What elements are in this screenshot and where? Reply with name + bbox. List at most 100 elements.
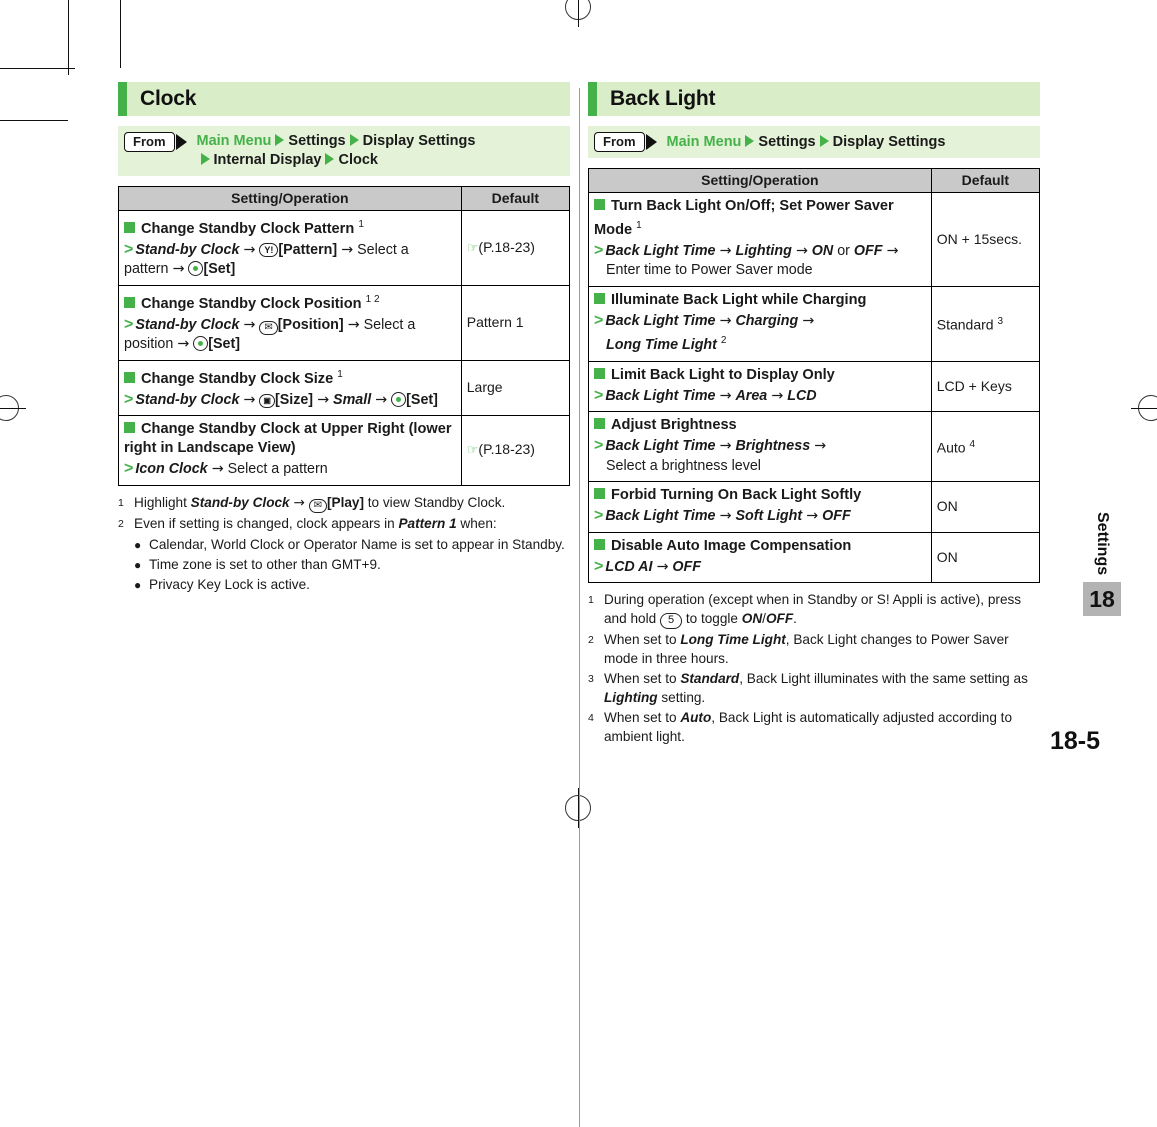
table-row: Turn Back Light On/Off; Set Power Saver … <box>588 192 1041 287</box>
operation-cell: Disable Auto Image Compensation > LCD AI … <box>588 531 932 584</box>
table-row: Change Standby Clock Size 1 > Stand-by Cl… <box>118 359 571 417</box>
number-5-key-icon: 5 <box>659 613 683 630</box>
footnote: 2 Even if setting is changed, clock appe… <box>118 514 570 534</box>
footnote: 3 When set to Standard, Back Light illum… <box>588 669 1040 707</box>
col-header-setting-operation: Setting/Operation <box>588 168 932 193</box>
tv-key-icon: ▣ <box>259 393 275 408</box>
green-square-icon <box>594 488 605 500</box>
bullet-text: Calendar, World Clock or Operator Name i… <box>149 536 565 552</box>
green-square-icon <box>594 367 605 379</box>
path-item-clock: Clock <box>338 152 378 168</box>
operation-heading: Disable Auto Image Compensation <box>594 537 926 556</box>
default-cell: Large <box>460 359 571 417</box>
step-marker-icon: > <box>124 315 134 333</box>
operation-heading-text: Change Standby Clock at Upper Right (low… <box>124 421 452 457</box>
operation-steps: > Back Light Time → Lighting → ON or OFF … <box>594 241 899 279</box>
footnote-text: When set to Standard, Back Light illumin… <box>604 671 1028 706</box>
operation-heading-text: Illuminate Back Light while Charging <box>611 291 867 308</box>
operation-heading-text: Disable Auto Image Compensation <box>611 537 852 554</box>
from-chip: From <box>124 132 187 152</box>
path-item-internal-display: Internal Display <box>213 152 322 168</box>
default-value: (P.18-23) <box>478 238 535 255</box>
default-cell: ON <box>930 531 1041 584</box>
path-item-settings: Settings <box>288 133 346 149</box>
default-cell: ON + 15secs. <box>930 192 1041 287</box>
chevron-right-icon <box>819 134 829 147</box>
footnote: 4 When set to Auto, Back Light is automa… <box>588 708 1040 746</box>
right-column: Back Light From Main Menu Settings Display… <box>588 82 1041 747</box>
center-key-icon <box>193 336 209 352</box>
page-number: 18-5 <box>1049 727 1100 755</box>
from-arrow-icon <box>175 134 187 150</box>
operation-steps: > Stand-by Clock → ▣ [Size] → Small → [Set… <box>124 390 438 408</box>
path-item-display-settings: Display Settings <box>832 133 946 150</box>
bullet-dot-icon: ● <box>134 577 142 592</box>
list-item: ● Privacy Key Lock is active. <box>118 575 570 595</box>
footnote-number: 2 <box>588 634 594 647</box>
operation-cell: Adjust Brightness > Back Light Time → Bri… <box>588 411 932 483</box>
operation-heading-text: Forbid Turning On Back Light Softly <box>611 487 862 504</box>
col-header-default: Default <box>460 186 571 211</box>
column-divider <box>570 82 588 1127</box>
operation-heading-text: Change Standby Clock Position <box>141 295 362 312</box>
content-columns: Clock From Main Menu Settings Display Sett… <box>118 82 1041 1127</box>
step-marker-icon: > <box>594 241 604 259</box>
section-title-clock: Clock <box>118 82 570 116</box>
bullet-dot-icon: ● <box>134 557 142 572</box>
from-chip: From <box>594 132 657 152</box>
clock-settings-table: Setting/Operation Default Change Standby… <box>118 186 571 486</box>
footnote-bullets: ● Calendar, World Clock or Operator Name… <box>118 535 570 595</box>
left-footnotes: 1 Highlight Stand-by Clock → ✉ [Play] to … <box>118 493 570 595</box>
footnote: 2 When set to Long Time Light, Back Ligh… <box>588 630 1040 668</box>
step-marker-icon: > <box>594 507 604 525</box>
step-marker-icon: > <box>594 386 604 404</box>
footnote: 1 During operation (except when in Stand… <box>588 590 1040 630</box>
operation-cell: Forbid Turning On Back Light Softly > Bac… <box>588 481 932 533</box>
col-header-setting-operation: Setting/Operation <box>118 186 462 211</box>
manual-page: Clock From Main Menu Settings Display Sett… <box>0 0 1157 1127</box>
left-column: Clock From Main Menu Settings Display Sett… <box>118 82 571 747</box>
default-cell: Pattern 1 <box>460 284 571 361</box>
step-marker-icon: > <box>124 460 134 478</box>
operation-cell: Illuminate Back Light while Charging > Ba… <box>588 285 932 362</box>
bullet-dot-icon: ● <box>134 537 142 552</box>
default-cell: ☞(P.18-23) <box>460 415 571 486</box>
footnote-text: Highlight Stand-by Clock → ✉ [Play] to vi… <box>134 494 506 513</box>
default-cell: ON <box>930 481 1041 533</box>
step-marker-icon: > <box>594 557 604 575</box>
table-row: Illuminate Back Light while Charging > Ba… <box>588 285 1041 362</box>
table-row: Adjust Brightness > Back Light Time → Bri… <box>588 411 1041 483</box>
operation-cell: Change Standby Clock Pattern 1 > Stand-by… <box>118 210 462 286</box>
green-square-icon <box>124 221 135 233</box>
footnote-ref: 4 <box>969 438 976 450</box>
default-cell: LCD + Keys <box>930 360 1041 413</box>
from-path-bar-clock: From Main Menu Settings Display Settings I… <box>118 126 570 176</box>
col-header-default: Default <box>930 168 1041 193</box>
default-cell: Standard 3 <box>930 285 1041 362</box>
footnote-ref: 1 2 <box>365 293 380 305</box>
operation-steps: > Stand-by Clock → ✉ [Position] → Select a… <box>124 315 416 353</box>
bullet-text: Time zone is set to other than GMT+9. <box>149 556 381 572</box>
center-key-icon <box>188 261 204 277</box>
operation-cell: Turn Back Light On/Off; Set Power Saver … <box>588 192 932 287</box>
path-item-main-menu: Main Menu <box>196 133 272 149</box>
accent-bar <box>588 82 597 116</box>
footnote-ref: 3 <box>997 315 1004 327</box>
path-item-settings: Settings <box>758 133 816 150</box>
footnote-ref: 1 <box>636 220 642 231</box>
chevron-right-icon <box>275 134 285 146</box>
table-row: Forbid Turning On Back Light Softly > Bac… <box>588 481 1041 533</box>
side-tab-number: 18 <box>1083 582 1121 616</box>
path-item-main-menu: Main Menu <box>666 133 742 150</box>
registration-mark-left <box>0 395 26 421</box>
green-square-icon <box>594 538 605 550</box>
footnote-text: Even if setting is changed, clock appear… <box>134 515 497 531</box>
green-square-icon <box>594 292 605 304</box>
operation-heading-text: Change Standby Clock Size <box>141 370 334 387</box>
footnote-ref: 1 <box>358 219 364 230</box>
operation-heading: Illuminate Back Light while Charging <box>594 291 926 310</box>
footnote-text: When set to Long Time Light, Back Light … <box>604 632 1009 667</box>
operation-heading-text: Change Standby Clock Pattern <box>141 220 355 237</box>
operation-heading-text: Turn Back Light On/Off; Set Power Saver … <box>594 198 894 238</box>
registration-mark-bottom <box>565 788 591 828</box>
